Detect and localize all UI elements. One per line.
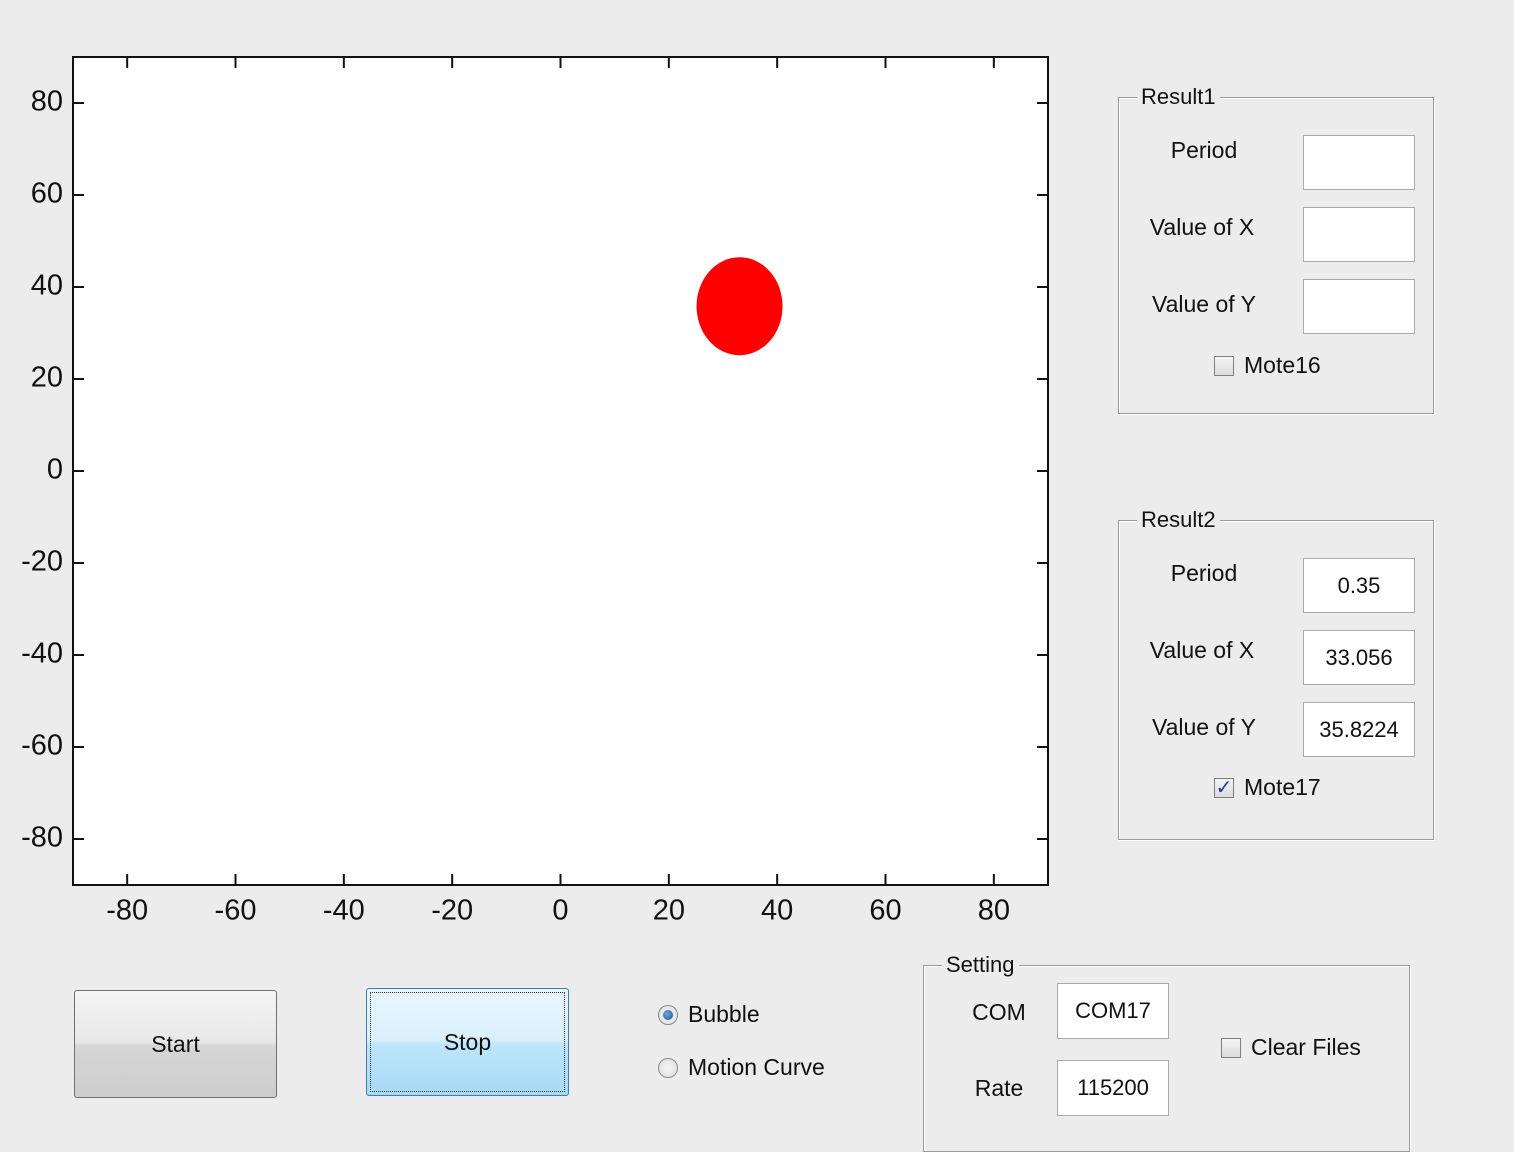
result1-y-label: Value of Y [1151, 291, 1256, 317]
y-tick-label: 60 [31, 178, 63, 210]
stop-button[interactable]: Stop [366, 988, 569, 1096]
y-tick-label: -20 [21, 546, 63, 578]
y-tick-label: 0 [47, 454, 63, 486]
y-tick-label: -60 [21, 730, 63, 762]
bubble-radio[interactable]: Bubble [658, 1001, 760, 1028]
rate-label: Rate [974, 1075, 1024, 1101]
data-points [696, 257, 783, 356]
result1-period-field[interactable] [1303, 135, 1415, 190]
clear-files-label: Clear Files [1251, 1034, 1361, 1060]
setting-title: Setting [942, 952, 1019, 978]
bubble-marker [696, 257, 783, 356]
motion-curve-radio-dot[interactable] [658, 1057, 678, 1078]
result1-y-field[interactable] [1303, 279, 1415, 334]
x-tick-label: 80 [978, 895, 1010, 927]
result2-y-field[interactable]: 35.8224 [1303, 702, 1415, 757]
com-field[interactable]: COM17 [1057, 983, 1169, 1039]
result1-x-label: Value of X [1149, 214, 1255, 240]
mote17-label: Mote17 [1244, 774, 1321, 800]
x-tick-label: 20 [653, 895, 685, 927]
x-tick-label: -80 [106, 895, 148, 927]
stop-button-label: Stop [443, 1028, 492, 1055]
start-button-label: Start [151, 1030, 200, 1057]
setting-panel: Setting COM COM17 Rate 115200 Clear File… [923, 952, 1410, 1152]
mote16-label: Mote16 [1244, 352, 1321, 378]
bubble-radio-dot[interactable] [658, 1004, 678, 1025]
result1-period-label: Period [1170, 137, 1238, 163]
result2-title: Result2 [1137, 507, 1220, 533]
rate-field[interactable]: 115200 [1057, 1060, 1169, 1116]
mote17-checkbox-box[interactable]: ✓ [1214, 777, 1234, 798]
mote17-checkbox[interactable]: ✓ Mote17 [1214, 774, 1321, 801]
y-tick-label: 80 [31, 86, 63, 118]
x-tick-label: -40 [323, 895, 365, 927]
motion-curve-radio-label: Motion Curve [688, 1054, 825, 1080]
result2-period-label: Period [1170, 560, 1238, 586]
clear-files-checkbox-box[interactable] [1221, 1037, 1241, 1058]
result2-x-field[interactable]: 33.056 [1303, 630, 1415, 685]
y-tick-label: -80 [21, 822, 63, 854]
result1-panel: Result1 Period Value of X Value of Y Mot… [1118, 84, 1434, 414]
start-button[interactable]: Start [74, 990, 277, 1098]
result2-x-label: Value of X [1149, 637, 1255, 663]
result1-x-field[interactable] [1303, 207, 1415, 262]
x-tick-label: 60 [869, 895, 901, 927]
y-tick-label: -40 [21, 638, 63, 670]
result1-title: Result1 [1137, 84, 1220, 110]
bubble-radio-label: Bubble [688, 1001, 760, 1027]
mote16-checkbox-box[interactable] [1214, 355, 1234, 376]
result2-period-field[interactable]: 0.35 [1303, 558, 1415, 613]
x-tick-label: -20 [431, 895, 473, 927]
y-tick-label: 20 [31, 362, 63, 394]
motion-curve-radio[interactable]: Motion Curve [658, 1054, 825, 1081]
x-tick-label: 40 [761, 895, 793, 927]
x-tick-label: 0 [552, 895, 568, 927]
mote16-checkbox[interactable]: Mote16 [1214, 352, 1321, 379]
y-tick-label: 40 [31, 270, 63, 302]
com-label: COM [972, 999, 1026, 1025]
result2-panel: Result2 Period 0.35 Value of X 33.056 Va… [1118, 507, 1434, 840]
plot-area [72, 56, 1049, 886]
result2-y-label: Value of Y [1151, 714, 1256, 740]
x-tick-label: -60 [215, 895, 257, 927]
app-window: -80 -60 -40 -20 0 20 40 60 80 80 60 40 20 0 -20 -40 -60 -… [0, 0, 1514, 1152]
clear-files-checkbox[interactable]: Clear Files [1221, 1034, 1361, 1061]
